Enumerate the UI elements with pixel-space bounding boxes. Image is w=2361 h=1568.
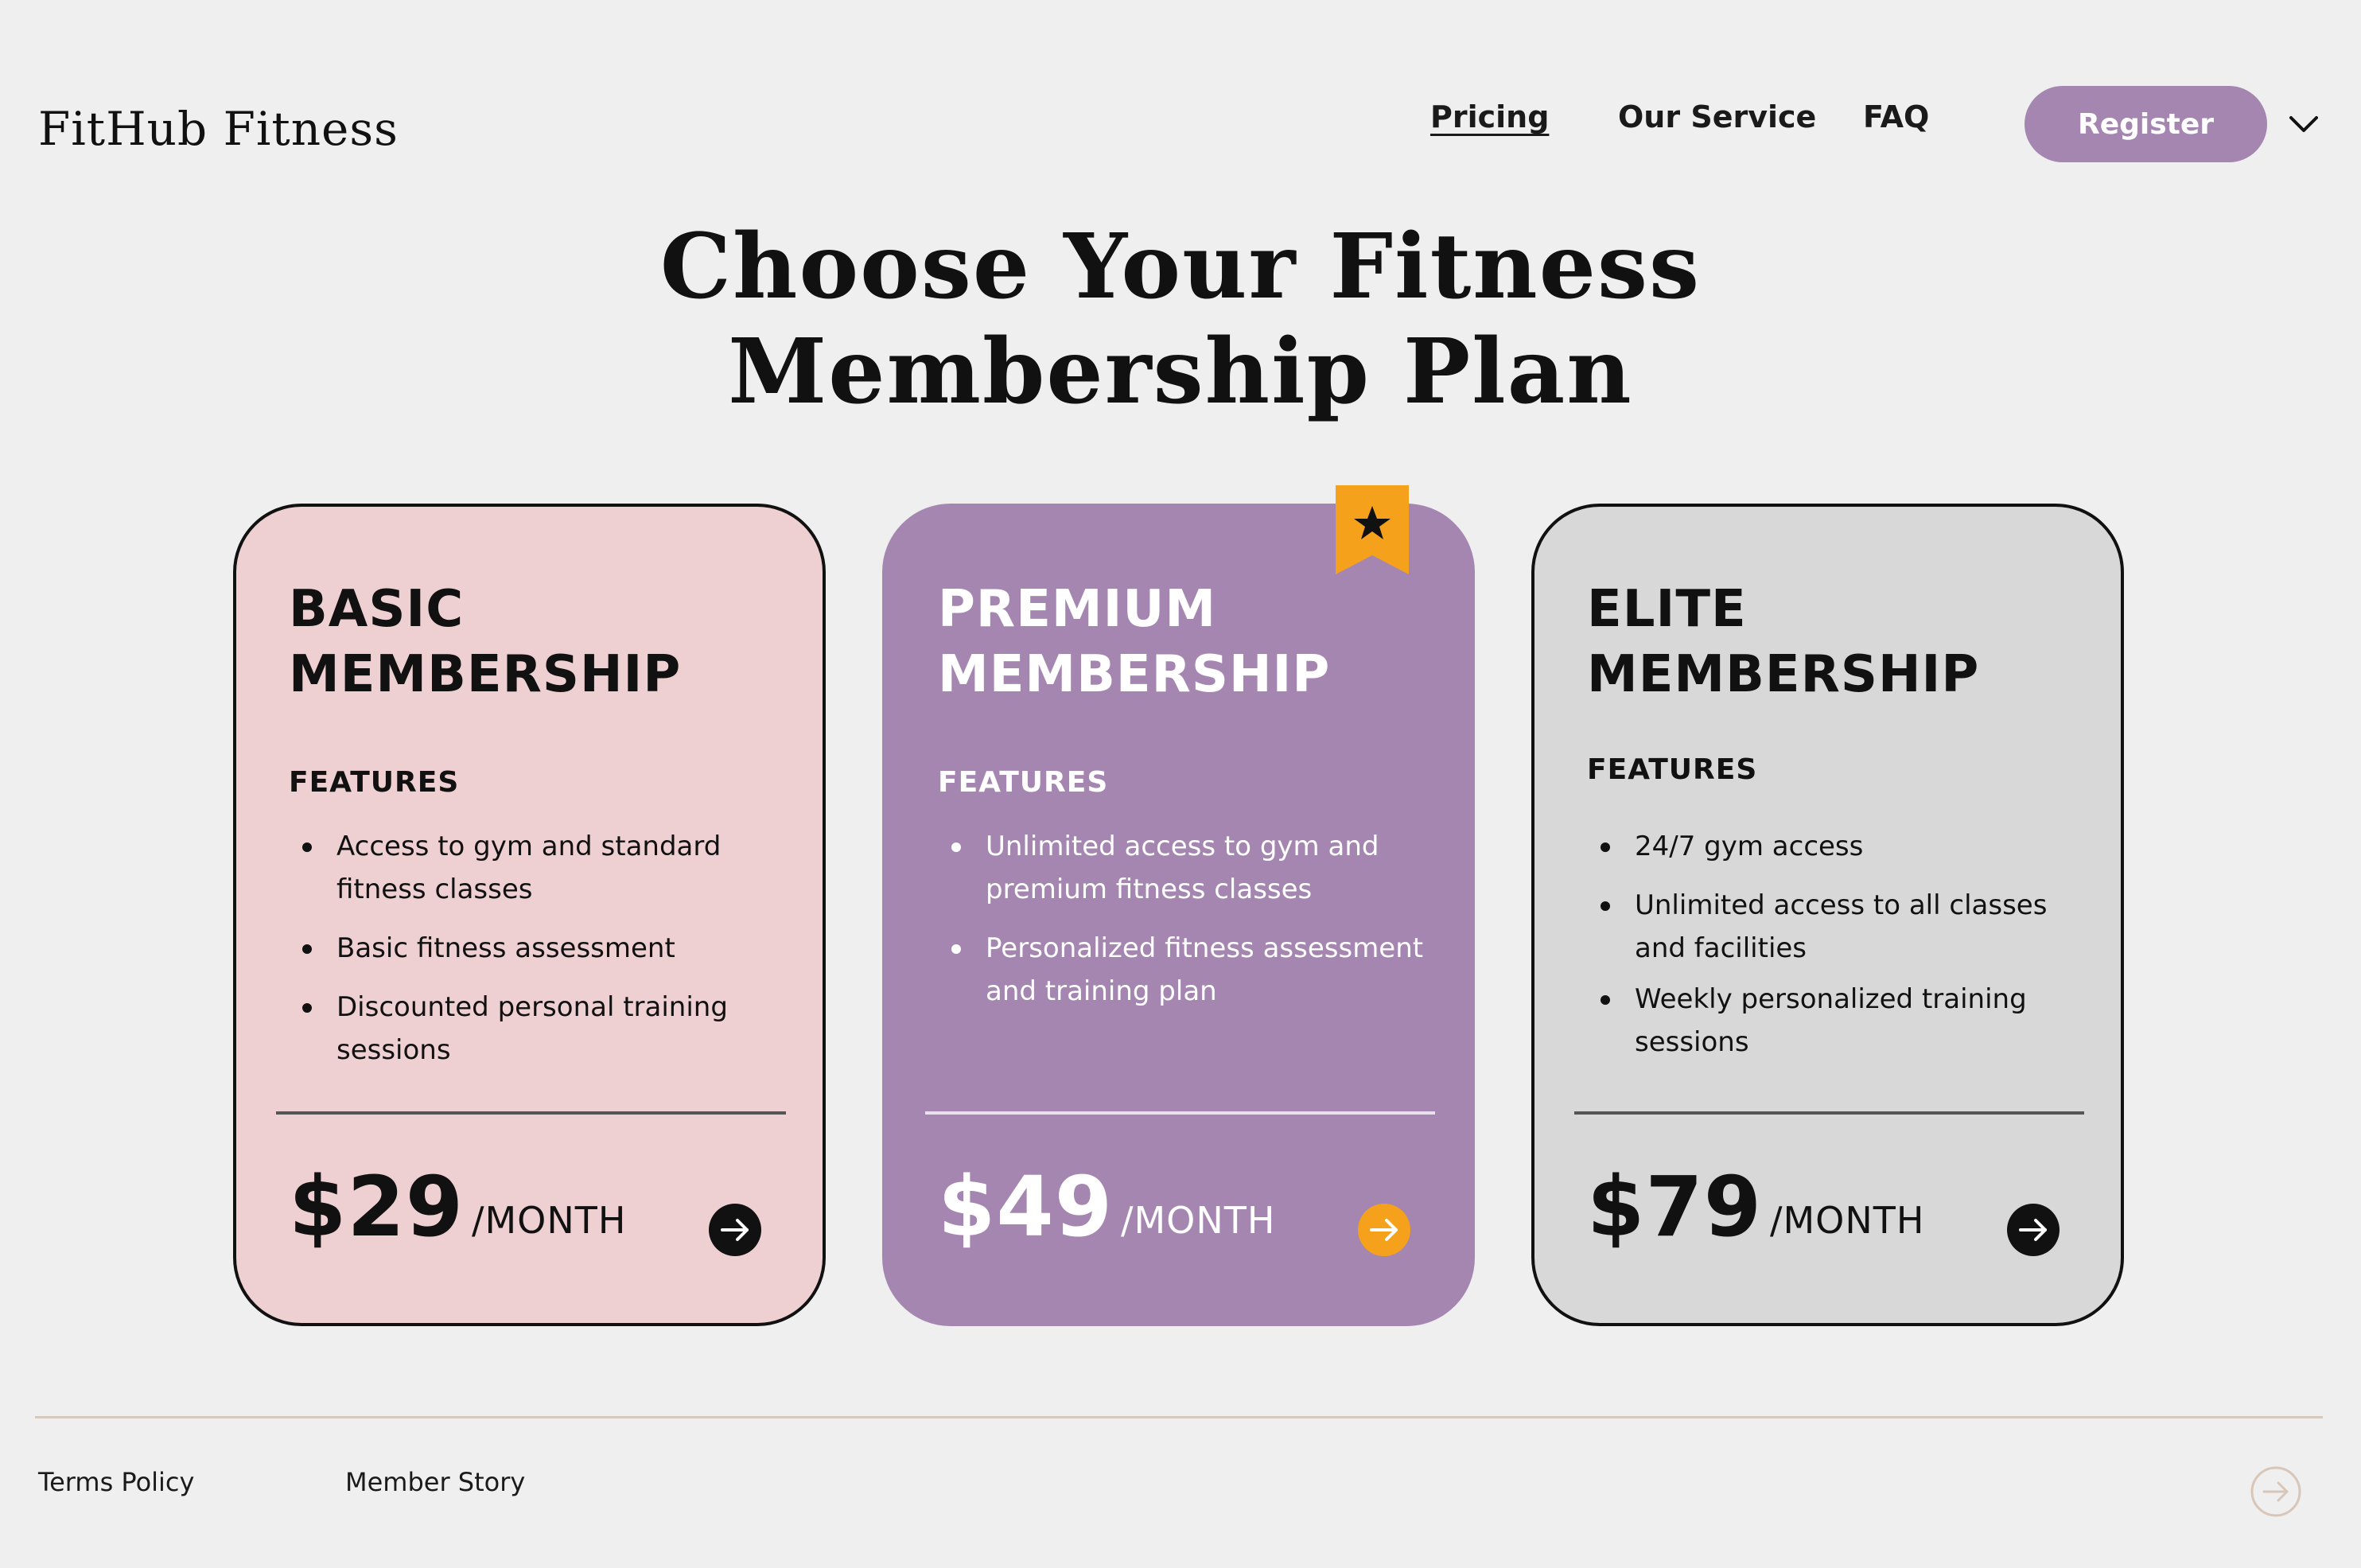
plan-period: /MONTH	[472, 1199, 627, 1242]
card-divider	[1574, 1111, 2084, 1115]
card-divider	[925, 1111, 1435, 1115]
arrow-circle-right-icon[interactable]	[2250, 1465, 2302, 1518]
page-title: Choose Your Fitness Membership Plan	[0, 215, 2361, 425]
features-list: 24/7 gym access Unlimited access to all …	[1587, 825, 2080, 1080]
arrow-right-circle-icon[interactable]	[2005, 1202, 2061, 1258]
footer-divider	[35, 1416, 2323, 1418]
plan-title: ELITE MEMBERSHIP	[1587, 577, 2080, 707]
feature-item: Unlimited access to all classes and faci…	[1587, 884, 2080, 970]
card-divider	[276, 1111, 786, 1115]
plan-title: BASIC MEMBERSHIP	[289, 577, 782, 707]
plan-title-line-1: ELITE	[1587, 580, 1747, 639]
star-ribbon-icon	[1336, 485, 1409, 574]
feature-item: Personalized fitness assessment and trai…	[938, 927, 1431, 1013]
plan-period: /MONTH	[1770, 1199, 1925, 1242]
arrow-right-circle-icon[interactable]	[1356, 1202, 1412, 1258]
chevron-down-icon[interactable]	[2285, 108, 2323, 140]
feature-item: Discounted personal training sessions	[289, 986, 782, 1072]
plan-title-line-2: MEMBERSHIP	[938, 645, 1331, 704]
feature-item: 24/7 gym access	[1587, 825, 2080, 868]
nav-pricing[interactable]: Pricing	[1430, 99, 1549, 134]
plan-period: /MONTH	[1121, 1199, 1276, 1242]
features-label: FEATURES	[1587, 753, 1758, 786]
features-label: FEATURES	[938, 766, 1109, 799]
feature-item: Basic fitness assessment	[289, 927, 782, 970]
features-list: Unlimited access to gym and premium fitn…	[938, 825, 1431, 1029]
plan-title-line-2: MEMBERSHIP	[1587, 645, 1980, 704]
arrow-right-circle-icon[interactable]	[707, 1202, 763, 1258]
register-button[interactable]: Register	[2025, 86, 2267, 162]
plan-price: $79	[1587, 1158, 1763, 1255]
features-label: FEATURES	[289, 766, 460, 799]
plan-title-line-2: MEMBERSHIP	[289, 645, 682, 704]
nav-faq[interactable]: FAQ	[1863, 99, 1929, 134]
page-title-line-1: Choose Your Fitness	[659, 215, 1702, 319]
feature-item: Weekly personalized training sessions	[1587, 978, 2080, 1064]
plan-title-line-1: PREMIUM	[938, 580, 1217, 639]
plan-title-line-1: BASIC	[289, 580, 465, 639]
feature-item: Access to gym and standard fitness class…	[289, 825, 782, 911]
plan-card-premium[interactable]: PREMIUM MEMBERSHIP FEATURES Unlimited ac…	[882, 485, 1475, 1326]
page-title-line-2: Membership Plan	[728, 320, 1633, 424]
plan-title: PREMIUM MEMBERSHIP	[938, 577, 1431, 707]
plan-price: $29	[289, 1158, 465, 1255]
plan-price: $49	[938, 1158, 1114, 1255]
footer-terms-link[interactable]: Terms Policy	[38, 1467, 194, 1497]
brand-logo[interactable]: FitHub Fitness	[38, 102, 399, 156]
plan-card-basic[interactable]: BASIC MEMBERSHIP FEATURES Access to gym …	[233, 504, 826, 1326]
nav-our-service[interactable]: Our Service	[1618, 99, 1816, 134]
plan-card-elite[interactable]: ELITE MEMBERSHIP FEATURES 24/7 gym acces…	[1531, 504, 2124, 1326]
features-list: Access to gym and standard fitness class…	[289, 825, 782, 1087]
feature-item: Unlimited access to gym and premium fitn…	[938, 825, 1431, 911]
footer-member-story-link[interactable]: Member Story	[345, 1467, 525, 1497]
